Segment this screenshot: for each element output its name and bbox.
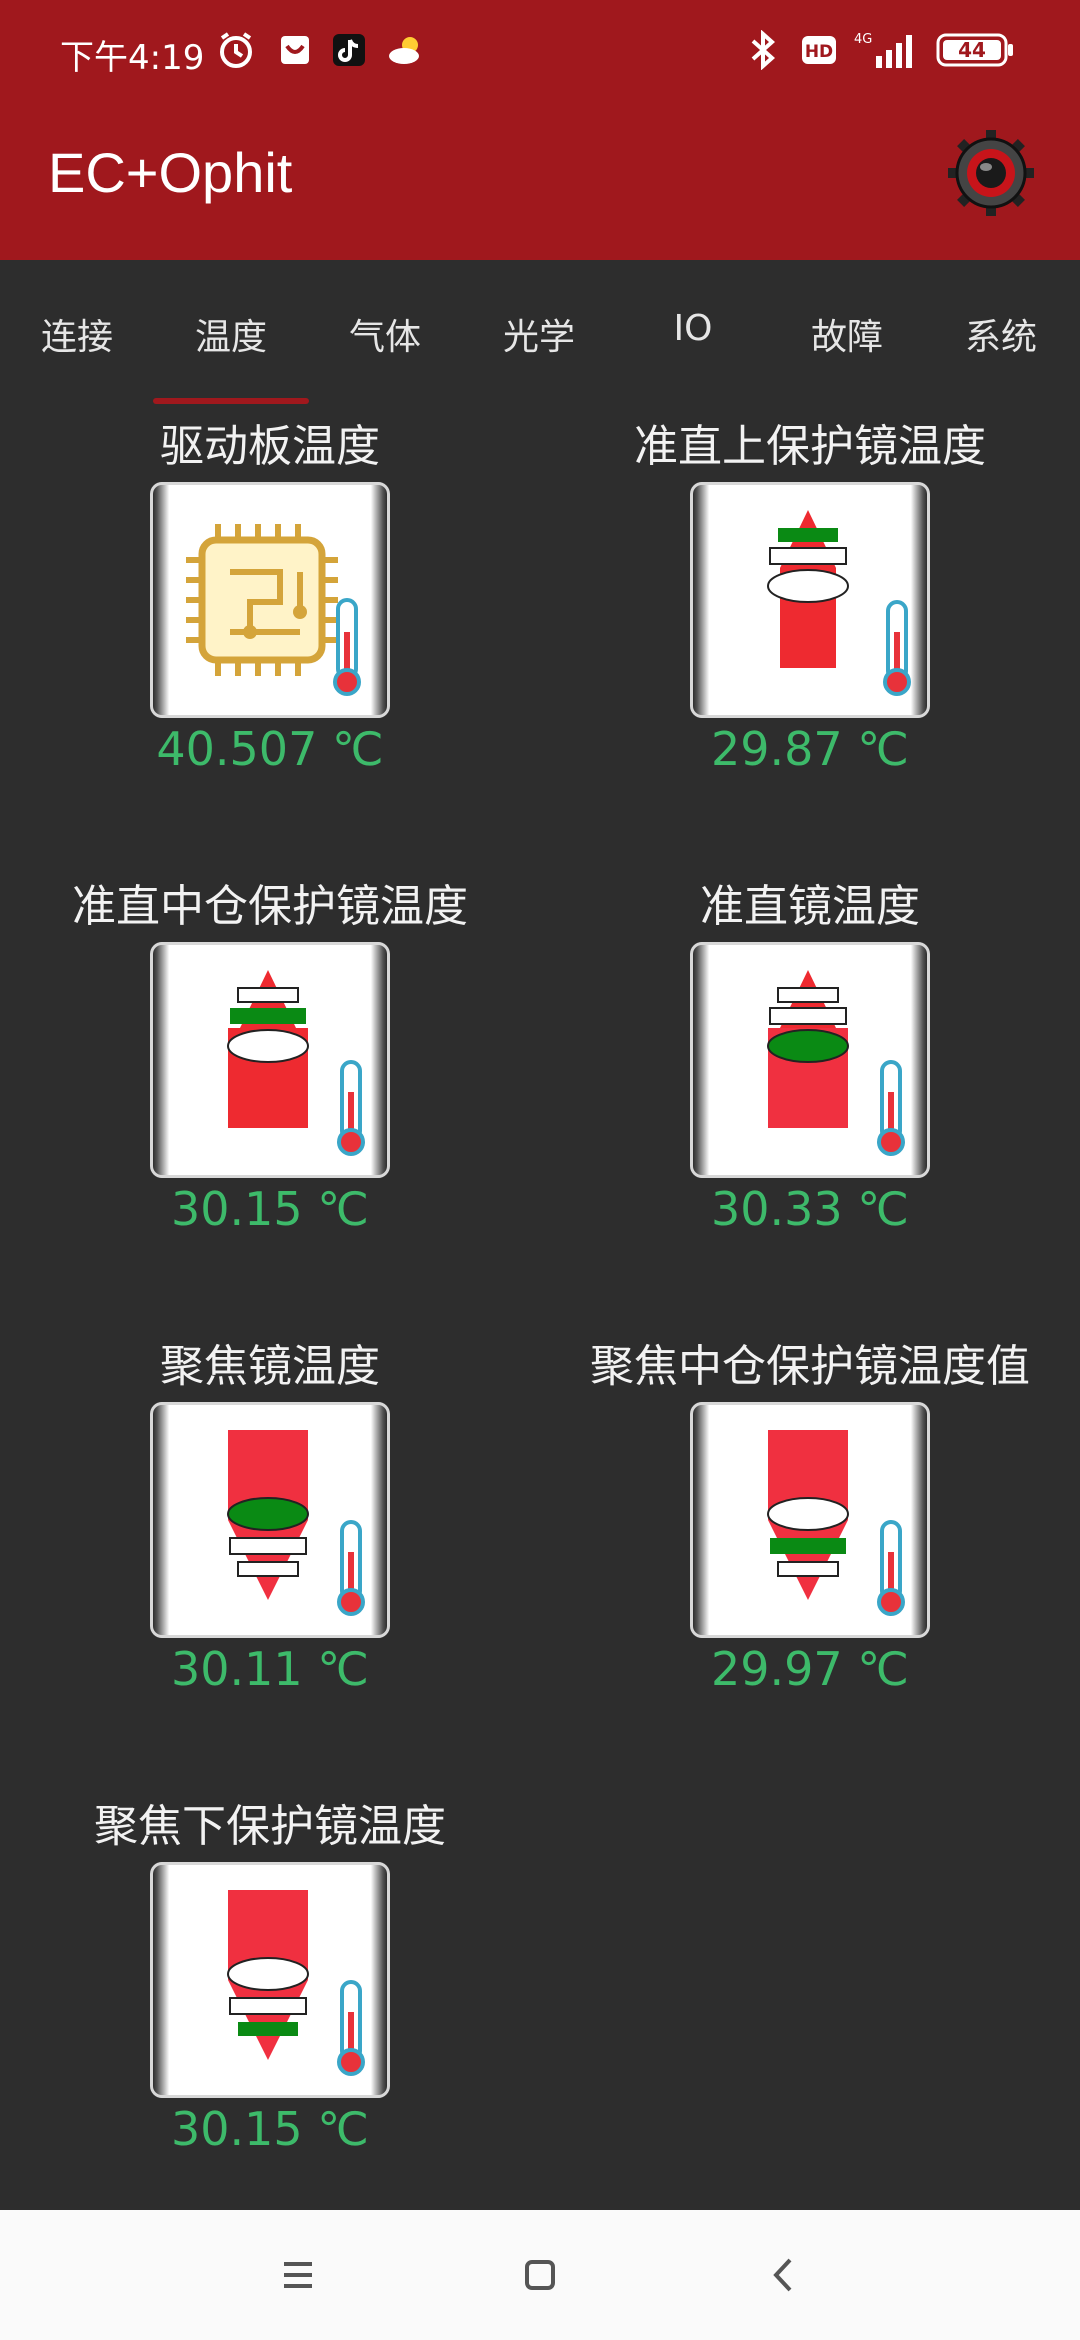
- app-notification-icon: [278, 30, 312, 70]
- sensor-value: 30.15 ℃: [171, 1182, 369, 1236]
- sensor-card-focus-middle-lens: 聚焦中仓保护镜温度值 29.97 ℃: [540, 1330, 1080, 1750]
- home-icon[interactable]: [500, 2240, 580, 2310]
- sensor-title: 聚焦镜温度: [160, 1341, 380, 1392]
- tab-fault[interactable]: 故障: [770, 308, 924, 360]
- app-bar: 下午4:19 HD 4G 44 EC+Ophit: [0, 0, 1080, 260]
- sensor-card-focus-bottom-lens: 聚焦下保护镜温度 30.15 ℃: [0, 1790, 540, 2210]
- sensor-title: 驱动板温度: [160, 421, 380, 472]
- sensor-title: 聚焦中仓保护镜温度值: [590, 1341, 1030, 1392]
- tab-connect[interactable]: 连接: [0, 308, 154, 360]
- sensor-value: 40.507 ℃: [156, 722, 384, 776]
- sensor-card-focusing-lens: 聚焦镜温度 30.11 ℃: [0, 1330, 540, 1750]
- sensor-title: 准直中仓保护镜温度: [72, 881, 468, 932]
- svg-text:4G: 4G: [854, 32, 872, 47]
- sensor-title: 准直镜温度: [700, 881, 920, 932]
- tiktok-icon: [332, 30, 366, 70]
- system-nav-bar: [0, 2210, 1080, 2340]
- settings-gear-icon[interactable]: [946, 128, 1036, 218]
- tab-io[interactable]: IO: [616, 308, 770, 349]
- weather-icon: [386, 30, 426, 70]
- focus-middle-lens-icon[interactable]: [690, 1402, 930, 1638]
- status-bar: 下午4:19 HD 4G 44: [0, 0, 1080, 100]
- svg-text:HD: HD: [805, 42, 833, 62]
- tab-gas[interactable]: 气体: [308, 308, 462, 360]
- hd-icon: HD: [800, 30, 838, 70]
- sensor-value: 30.33 ℃: [711, 1182, 909, 1236]
- circuit-board-icon[interactable]: [150, 482, 390, 718]
- sensor-card-drive-board: 驱动板温度 40.507 ℃: [0, 410, 540, 830]
- focusing-lens-icon[interactable]: [150, 1402, 390, 1638]
- lens-middle-icon[interactable]: [150, 942, 390, 1178]
- battery-icon: 44: [936, 30, 1016, 70]
- alarm-icon: [216, 30, 256, 70]
- status-time: 下午4:19: [60, 38, 205, 78]
- sensor-card-collimator-upper-lens: 准直上保护镜温度 29.87 ℃: [540, 410, 1080, 830]
- back-icon[interactable]: [744, 2240, 824, 2310]
- tab-optics[interactable]: 光学: [462, 308, 616, 360]
- collimating-lens-icon[interactable]: [690, 942, 930, 1178]
- signal-icon: 4G: [852, 30, 920, 70]
- bluetooth-icon: [748, 30, 778, 70]
- sensor-title: 准直上保护镜温度: [634, 421, 986, 472]
- svg-text:44: 44: [958, 38, 986, 62]
- app-title: EC+Ophit: [48, 141, 293, 204]
- tab-temperature[interactable]: 温度: [154, 308, 308, 360]
- sensor-value: 30.11 ℃: [171, 1642, 369, 1696]
- sensor-card-collimator-middle-lens: 准直中仓保护镜温度 30.15 ℃: [0, 870, 540, 1290]
- focus-bottom-lens-icon[interactable]: [150, 1862, 390, 2098]
- sensor-title: 聚焦下保护镜温度: [94, 1801, 446, 1852]
- sensor-card-collimating-lens: 准直镜温度 30.33 ℃: [540, 870, 1080, 1290]
- lens-top-icon[interactable]: [690, 482, 930, 718]
- sensor-value: 30.15 ℃: [171, 2102, 369, 2156]
- sensor-value: 29.87 ℃: [711, 722, 909, 776]
- tab-system[interactable]: 系统: [924, 308, 1078, 360]
- menu-icon[interactable]: [258, 2240, 338, 2310]
- active-tab-indicator: [153, 398, 309, 404]
- sensor-value: 29.97 ℃: [711, 1642, 909, 1696]
- tab-bar: 连接 温度 气体 光学 IO 故障 系统: [0, 260, 1080, 400]
